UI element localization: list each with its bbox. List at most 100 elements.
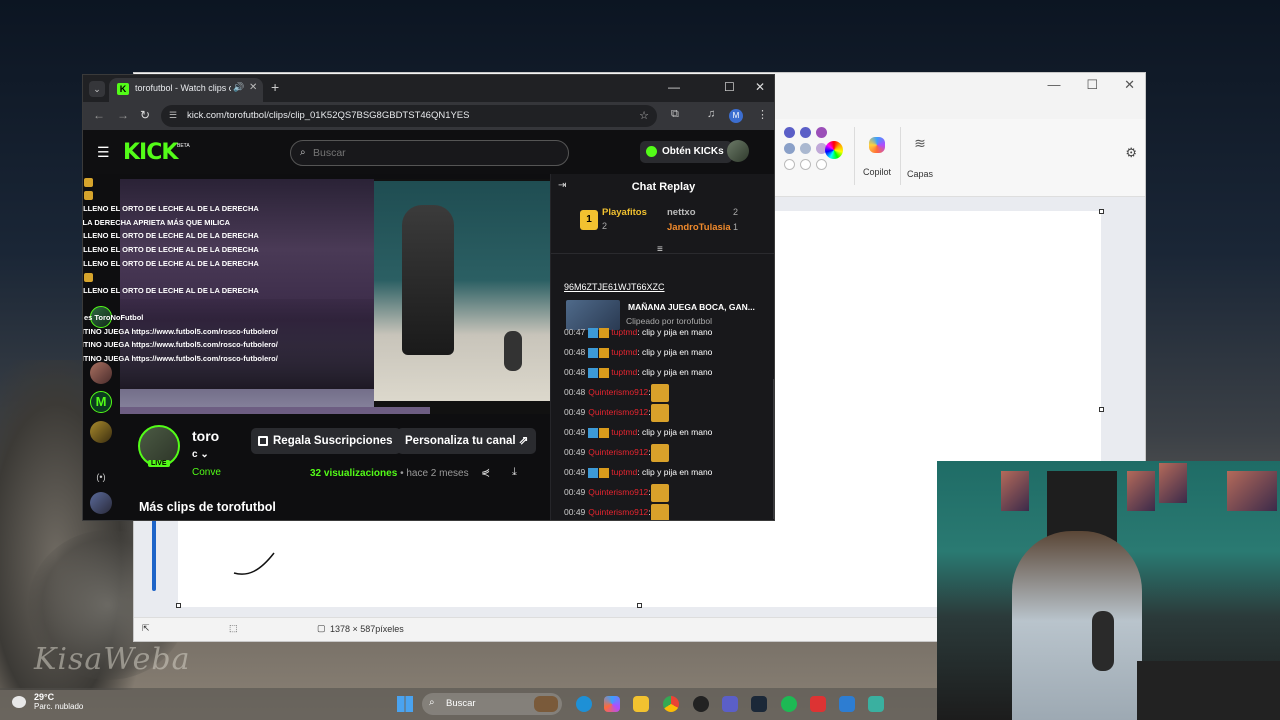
followed-channel-avatar[interactable] — [90, 421, 112, 443]
chat-username[interactable]: Quinterismo912 — [588, 387, 648, 397]
color-swatch[interactable] — [816, 127, 827, 138]
layers-button[interactable]: ≋ Capas — [906, 135, 934, 179]
overlay-chat-line: BrunoDiaz92: LE LLENO EL ORTO DE LECHE A… — [83, 229, 321, 243]
expand-leaderboard-icon[interactable]: ≡ — [657, 244, 663, 255]
clip-age: • hace 2 meses — [400, 468, 469, 479]
resize-handle[interactable] — [637, 603, 642, 608]
chat-username[interactable]: tuptmd — [611, 367, 637, 377]
media-control-icon[interactable]: ♫ — [707, 108, 715, 120]
menu-hamburger-icon[interactable]: ☰ — [97, 144, 110, 161]
user-avatar[interactable] — [727, 140, 749, 162]
color-swatch[interactable] — [784, 127, 795, 138]
teams-icon[interactable] — [722, 696, 738, 712]
forward-icon[interactable]: → — [117, 108, 129, 122]
search-box[interactable]: ⌕ — [290, 140, 569, 166]
paint-window-controls: — ☐ ✕ — [1047, 77, 1135, 93]
chrome-icon[interactable] — [663, 696, 679, 712]
resize-handle[interactable] — [176, 603, 181, 608]
resize-handle[interactable] — [1099, 407, 1104, 412]
color-swatch[interactable] — [800, 159, 811, 170]
color-swatch[interactable] — [784, 143, 795, 154]
get-kicks-button[interactable]: Obtén KICKs — [640, 141, 732, 163]
copilot-button[interactable]: Copilot — [862, 135, 892, 177]
video-progress-bar[interactable] — [120, 407, 430, 414]
search-input[interactable] — [313, 141, 553, 165]
share-icon[interactable]: ⋞ — [481, 466, 490, 479]
chat-username[interactable]: Quinterismo912 — [588, 407, 648, 417]
tab-search-dropdown-icon[interactable]: ⌄ — [89, 81, 105, 97]
new-tab-button[interactable]: + — [271, 79, 279, 95]
copilot-icon[interactable] — [604, 696, 620, 712]
chat-username[interactable]: Quinterismo912 — [588, 487, 648, 497]
color-picker-icon[interactable] — [825, 141, 843, 159]
maximize-icon[interactable]: ☐ — [1086, 77, 1098, 93]
app-icon[interactable] — [693, 696, 709, 712]
taskbar-search[interactable]: ⌕ Buscar — [422, 693, 562, 715]
color-swatch[interactable] — [816, 159, 827, 170]
cursor-position-icon: ⇱ — [142, 623, 150, 633]
weather-widget[interactable]: 29°C Parc. nublado — [12, 692, 83, 711]
app-icon[interactable] — [868, 696, 884, 712]
chat-message: 00:49 Quinterismo912: — [564, 482, 669, 502]
site-info-icon[interactable]: ☰ — [169, 110, 177, 121]
bookmark-star-icon[interactable]: ☆ — [639, 109, 649, 122]
browser-tab[interactable]: K torofutbol - Watch clips on 🔊 ✕ — [109, 78, 263, 102]
more-menu-icon[interactable]: ⋮ — [757, 108, 768, 121]
chat-username[interactable]: Quinterismo912 — [588, 507, 648, 517]
close-icon[interactable]: ✕ — [1124, 77, 1135, 93]
spotify-icon[interactable] — [781, 696, 797, 712]
resize-handle[interactable] — [1099, 209, 1104, 214]
chat-username[interactable]: tuptmd — [611, 427, 637, 437]
customize-channel-button[interactable]: Personaliza tu canal ⇗ — [397, 428, 537, 454]
leader-name[interactable]: nettxo — [667, 207, 696, 218]
channel-name[interactable]: toro — [192, 428, 219, 444]
kick-logo[interactable]: KICK — [123, 140, 178, 165]
windows-start-icon[interactable] — [397, 696, 413, 712]
external-link-icon: ⇗ — [518, 435, 529, 447]
leader-name[interactable]: Playafitos — [602, 207, 647, 218]
app-icon[interactable] — [810, 696, 826, 712]
back-icon[interactable]: ← — [93, 108, 105, 122]
color-swatch[interactable] — [800, 143, 811, 154]
extensions-icon[interactable]: ⧉ — [671, 108, 679, 121]
channel-category[interactable]: Conve — [192, 467, 221, 478]
edge-icon[interactable] — [576, 696, 592, 712]
followed-channel-avatar[interactable]: M — [90, 391, 112, 413]
reload-icon[interactable]: ↻ — [140, 108, 150, 122]
tab-close-icon[interactable]: ✕ — [249, 82, 257, 93]
gift-subscriptions-button[interactable]: Regala Suscripciones — [251, 428, 401, 454]
vertical-scrollbar-thumb[interactable] — [152, 515, 156, 591]
notepad-icon[interactable] — [839, 696, 855, 712]
color-swatch[interactable] — [800, 127, 811, 138]
file-explorer-icon[interactable] — [633, 696, 649, 712]
chat-username[interactable]: tuptmd — [611, 467, 637, 477]
leader-name[interactable]: JandroTulasia — [667, 222, 731, 233]
color-swatch[interactable] — [784, 159, 795, 170]
chat-text: : clip y pija en mano — [637, 367, 713, 377]
kick-header: ☰ KICK BETA ⌕ Obtén KICKs — [83, 130, 774, 174]
chat-username[interactable]: tuptmd — [611, 347, 637, 357]
chat-username[interactable]: tuptmd — [611, 327, 637, 337]
chat-scrollbar[interactable] — [773, 379, 774, 519]
steam-icon[interactable] — [751, 696, 767, 712]
browser-window[interactable]: ⌄ K torofutbol - Watch clips on 🔊 ✕ + — … — [82, 74, 775, 521]
chevron-down-icon[interactable]: ⌄ — [200, 449, 208, 460]
chat-message: 00:47 tuptmd: clip y pija en mano — [564, 322, 712, 342]
url-text: kick.com/torofutbol/clips/clip_01K52QS7B… — [187, 110, 470, 121]
color-palette — [784, 127, 827, 170]
pinned-link[interactable]: 96M6ZTJE61WJT66XZC — [564, 282, 665, 292]
followed-channel-avatar[interactable] — [90, 492, 112, 514]
minimize-icon[interactable]: — — [1047, 77, 1060, 93]
profile-avatar[interactable]: M — [729, 109, 743, 123]
settings-gear-icon[interactable]: ⚙ — [1125, 145, 1137, 161]
live-channels-icon[interactable]: (•) — [90, 466, 112, 488]
minimize-icon[interactable]: — — [668, 80, 680, 94]
close-icon[interactable]: ✕ — [755, 80, 765, 94]
download-icon[interactable]: ⤓ — [512, 466, 517, 479]
chat-username[interactable]: Quinterismo912 — [588, 447, 648, 457]
subscriber-badge-icon — [588, 367, 599, 378]
chat-text: : clip y pija en mano — [637, 347, 713, 357]
tab-audio-icon[interactable]: 🔊 — [233, 82, 244, 93]
maximize-icon[interactable]: ☐ — [724, 80, 735, 94]
address-bar[interactable]: ☰ kick.com/torofutbol/clips/clip_01K52QS… — [161, 105, 657, 127]
